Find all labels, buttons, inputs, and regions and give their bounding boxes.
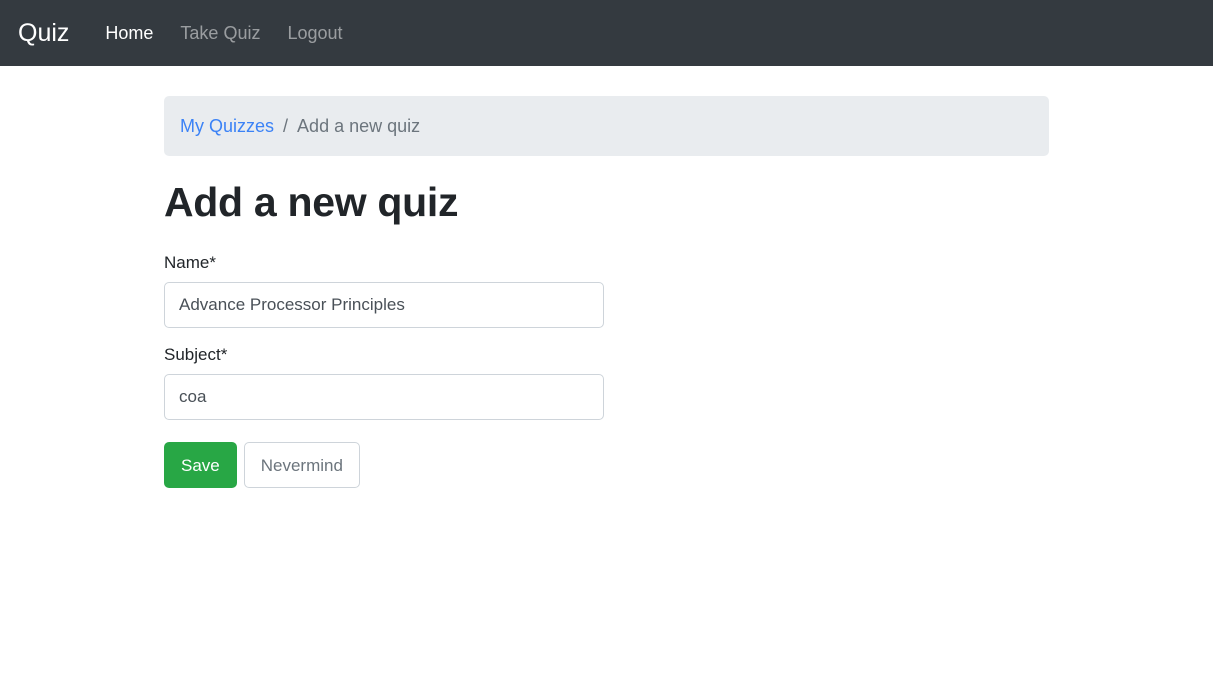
breadcrumb: My Quizzes / Add a new quiz	[164, 96, 1049, 156]
navbar-links: Home Take Quiz Logout	[105, 23, 342, 44]
nav-link-take-quiz[interactable]: Take Quiz	[180, 23, 260, 44]
page-title: Add a new quiz	[164, 179, 459, 225]
main-navbar: Quiz Home Take Quiz Logout	[0, 0, 1213, 66]
breadcrumb-item-current: Add a new quiz	[297, 115, 421, 136]
navbar-brand[interactable]: Quiz	[18, 20, 69, 46]
page-body: My Quizzes / Add a new quiz Add a new qu…	[0, 66, 1213, 488]
nav-link-logout[interactable]: Logout	[287, 23, 342, 44]
nevermind-button[interactable]: Nevermind	[243, 442, 360, 488]
breadcrumb-item-my-quizzes[interactable]: My Quizzes	[180, 116, 274, 137]
add-quiz-form: Name* Subject* Save Nevermind	[164, 253, 1049, 488]
name-label: Name*	[164, 253, 216, 272]
subject-label: Subject*	[164, 345, 228, 364]
subject-input[interactable]	[164, 374, 604, 420]
form-group-subject: Subject*	[164, 345, 1049, 420]
form-group-name: Name*	[164, 253, 1049, 328]
save-button[interactable]: Save	[164, 442, 237, 488]
form-actions: Save Nevermind	[164, 442, 1049, 488]
name-input[interactable]	[164, 282, 604, 328]
content-container: My Quizzes / Add a new quiz Add a new qu…	[149, 96, 1064, 488]
nav-link-home[interactable]: Home	[105, 23, 153, 44]
breadcrumb-separator: /	[283, 115, 289, 136]
